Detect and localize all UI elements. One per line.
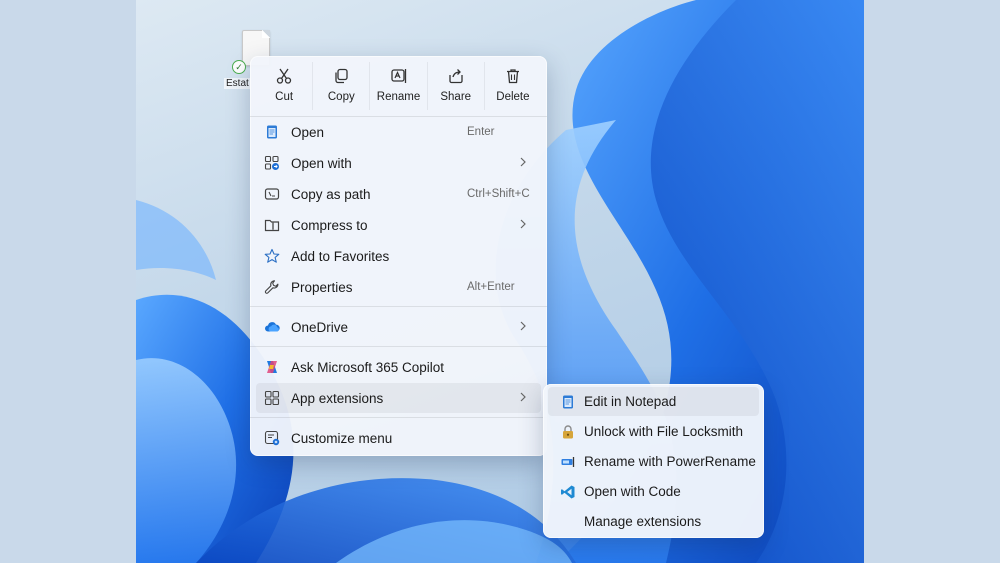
file-locksmith-label: Unlock with File Locksmith [584,424,744,439]
onedrive-label: OneDrive [291,319,349,335]
delete-label: Delete [496,91,530,103]
rename-button[interactable]: Rename [370,62,428,110]
rename-icon [390,69,406,83]
properties-label: Properties [291,279,353,295]
grid-icon [264,390,280,406]
scissors-icon [276,68,292,84]
submenu-item-manage-extensions[interactable]: Manage extensions [548,507,759,536]
submenu-item-file-locksmith[interactable]: Unlock with File Locksmith [548,417,759,446]
copy-label: Copy [327,91,355,103]
rename-label: Rename [376,91,421,103]
trash-icon [506,69,519,84]
submenu-item-power-rename[interactable]: Rename with PowerRename [548,447,759,476]
copilot-icon [264,359,280,375]
sync-check-icon: ✓ [232,60,246,74]
menu-divider [250,346,547,347]
open-with-icon [264,155,280,171]
lock-icon [560,424,576,440]
chevron-right-icon [520,157,526,167]
copy-path-icon [264,186,280,202]
ask-copilot-label: Ask Microsoft 365 Copilot [291,359,445,375]
menu-divider [250,417,547,418]
open-label: Open [291,124,325,140]
star-icon [264,248,280,264]
copy-button[interactable]: Copy [313,62,371,110]
chevron-right-icon [520,321,526,331]
notepad-icon [264,124,280,140]
cloud-icon [264,319,280,335]
properties-shortcut: Alt+Enter [467,281,515,293]
add-to-favorites-label: Add to Favorites [291,248,390,264]
copy-icon [335,68,348,84]
share-icon [449,69,463,84]
context-menu: Cut Copy Rename Share Delete Open Enter … [250,56,547,456]
menu-divider [250,306,547,307]
menu-item-compress-to[interactable]: Compress to [256,210,541,240]
open-shortcut: Enter [467,126,495,138]
menu-item-customize-menu[interactable]: Customize menu [256,423,541,453]
zip-folder-icon [264,217,280,233]
vscode-icon [560,484,576,500]
share-button[interactable]: Share [428,62,485,110]
chevron-right-icon [520,219,526,229]
copy-as-path-shortcut: Ctrl+Shift+C [467,188,530,200]
wrench-icon [264,279,280,295]
delete-button[interactable]: Delete [485,62,541,110]
desktop-file-label: Estat [224,78,251,89]
cut-button[interactable]: Cut [256,62,314,110]
submenu-item-edit-in-notepad[interactable]: Edit in Notepad [548,387,759,416]
menu-item-properties[interactable]: Properties Alt+Enter [256,272,541,302]
menu-item-open[interactable]: Open Enter [256,117,541,147]
app-extensions-label: App extensions [291,390,384,406]
copy-as-path-label: Copy as path [291,186,371,202]
power-rename-icon [560,454,576,470]
menu-item-onedrive[interactable]: OneDrive [256,312,541,342]
chevron-right-icon [520,392,526,402]
menu-item-add-to-favorites[interactable]: Add to Favorites [256,241,541,271]
compress-to-label: Compress to [291,217,368,233]
open-with-label: Open with [291,155,352,171]
notepad-icon [560,394,576,410]
menu-item-open-with[interactable]: Open with [256,148,541,178]
submenu-item-open-with-code[interactable]: Open with Code [548,477,759,506]
menu-item-copy-as-path[interactable]: Copy as path Ctrl+Shift+C [256,179,541,209]
share-label: Share [440,91,472,103]
menu-item-app-extensions[interactable]: App extensions [256,383,541,413]
customize-menu-label: Customize menu [291,430,393,446]
cut-label: Cut [275,91,294,103]
manage-extensions-label: Manage extensions [584,514,702,529]
power-rename-label: Rename with PowerRename [584,454,756,469]
menu-item-ask-copilot[interactable]: Ask Microsoft 365 Copilot [256,352,541,382]
quick-actions-bar: Cut Copy Rename Share Delete [256,62,541,110]
edit-in-notepad-label: Edit in Notepad [584,394,677,409]
customize-icon [264,430,280,446]
open-with-code-label: Open with Code [584,484,681,499]
app-extensions-submenu: Edit in Notepad Unlock with File Locksmi… [543,384,764,538]
